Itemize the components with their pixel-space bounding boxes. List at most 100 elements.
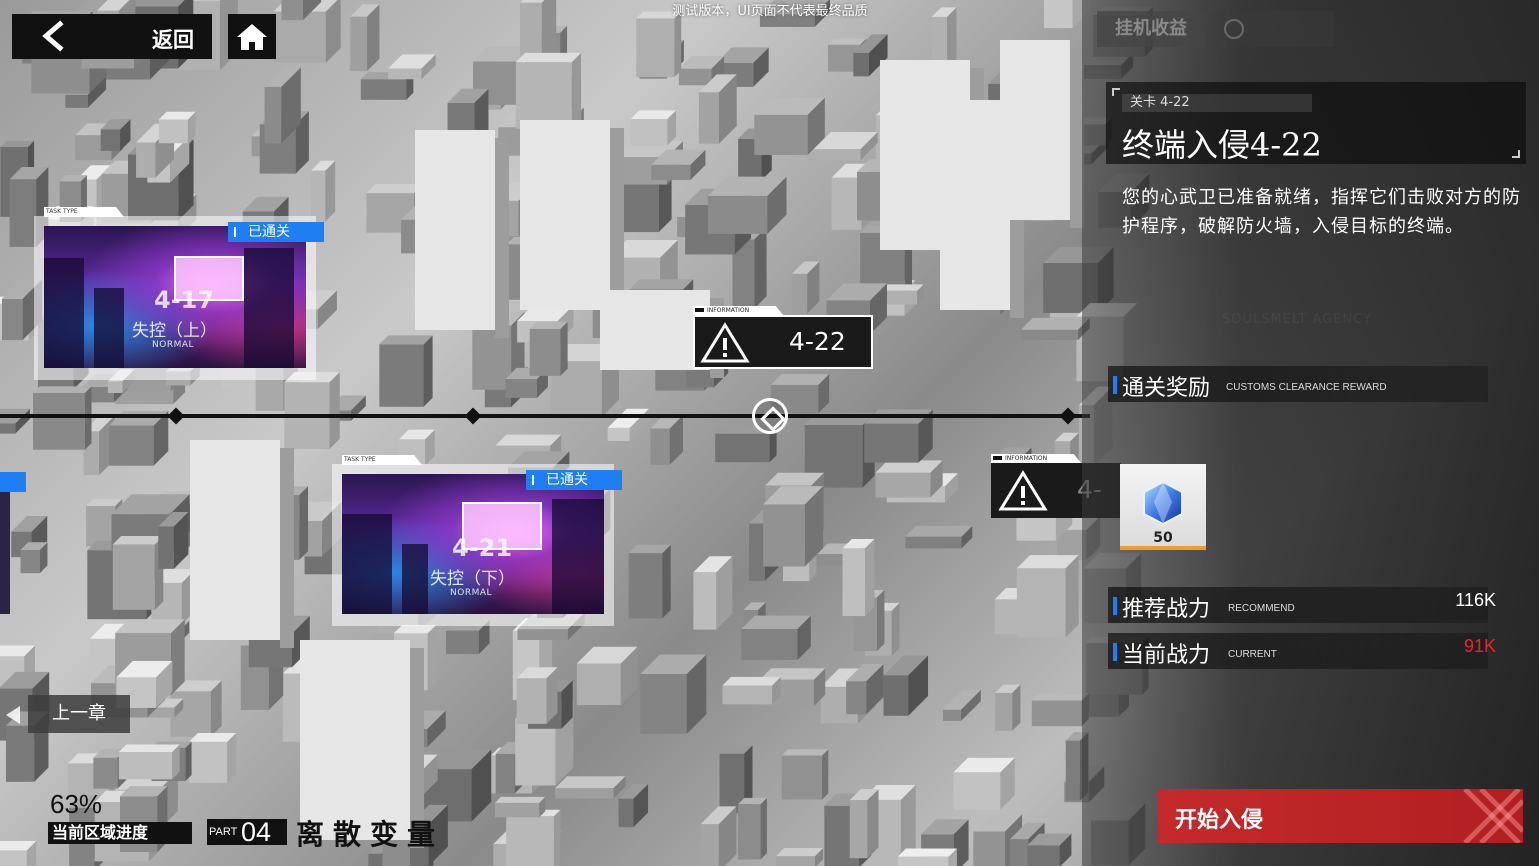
previous-chapter-button[interactable]: 上一章: [28, 695, 130, 733]
clearance-reward-header: 通关奖励 CUSTOMS CLEARANCE REWARD: [1108, 366, 1488, 402]
section-accent-bar: [1113, 597, 1117, 615]
city-block: [109, 410, 169, 466]
stage-code: 4-21: [452, 534, 513, 562]
city-block: [112, 535, 164, 610]
city-block: [628, 544, 671, 619]
city-block: [189, 733, 237, 783]
home-icon: [237, 23, 267, 50]
city-block: [849, 789, 879, 859]
cleared-badge: 已通关: [526, 470, 622, 490]
area-progress-percent: 63%: [50, 789, 103, 819]
reward-item[interactable]: 50: [1120, 464, 1206, 550]
start-invasion-button[interactable]: 开始入侵: [1157, 789, 1523, 843]
city-block: [942, 689, 981, 721]
city-block: [875, 460, 943, 498]
city-block: [995, 684, 1021, 731]
city-block: [905, 525, 973, 549]
city-block: [630, 110, 677, 146]
panel-tab-secondary[interactable]: [1212, 11, 1334, 47]
city-block: [494, 796, 546, 818]
coin-icon: [1224, 19, 1244, 39]
city-block: [515, 52, 582, 129]
city-block: [754, 97, 825, 156]
reward-quantity: 50: [1153, 530, 1173, 546]
corner-bracket: [1512, 150, 1520, 158]
task-type-tab: TASK TYPE: [44, 207, 124, 217]
city-block: [842, 538, 875, 617]
arrow-left-icon: [6, 706, 20, 724]
city-block: [388, 54, 436, 80]
current-power-label: 当前战力: [1122, 643, 1211, 668]
offscreen-cleared-badge: [0, 472, 26, 492]
city-block: [883, 655, 929, 716]
city-tower: [190, 440, 294, 648]
cleared-badge: 已通关: [228, 222, 324, 242]
city-block: [741, 615, 811, 660]
stripe-decoration-icon: [1463, 789, 1523, 843]
recommended-power-row: 推荐战力 RECOMMEND 116K: [1108, 587, 1496, 623]
city-block: [158, 111, 196, 144]
city-block: [576, 646, 638, 706]
home-button[interactable]: [228, 14, 276, 59]
stage-title: 终端入侵4-22: [1122, 126, 1322, 164]
test-version-watermark: 测试版本，UI页面不代表最终品质: [672, 4, 868, 19]
city-block: [897, 848, 957, 866]
city-block: [350, 4, 380, 72]
back-button[interactable]: 返回: [12, 14, 212, 59]
recommended-power-sublabel: RECOMMEND: [1228, 603, 1295, 614]
stage-card-4-21[interactable]: TASK TYPE 4-21 失控（下） NORMAL 已通关: [332, 455, 622, 626]
city-block: [0, 841, 37, 866]
current-power-value: 91K: [1463, 636, 1496, 656]
stage-marker-4-22[interactable]: INFORMATION 4-22: [693, 306, 873, 369]
city-block: [707, 176, 787, 234]
city-block: [0, 408, 30, 434]
city-block: [284, 372, 340, 450]
idle-rewards-tab[interactable]: 挂机收益: [1097, 11, 1205, 47]
start-invasion-label: 开始入侵: [1175, 808, 1264, 833]
city-block: [738, 797, 767, 860]
city-block: [722, 676, 781, 705]
current-power-row: 当前战力 CURRENT 91K: [1108, 633, 1496, 669]
city-block: [529, 321, 568, 376]
city-block: [953, 757, 1015, 810]
city-tower: [415, 130, 509, 338]
part-badge: PART 04: [207, 817, 287, 847]
current-power-sublabel: CURRENT: [1228, 649, 1277, 660]
blue-crystal-icon: [1143, 480, 1183, 526]
city-block: [776, 848, 824, 866]
marker-header: INFORMATION: [693, 306, 783, 315]
city-block: [379, 335, 433, 407]
marker-header: INFORMATION: [991, 454, 1081, 463]
stage-name: 失控（下）: [430, 569, 515, 589]
city-block: [1016, 555, 1079, 638]
stage-name: 失控（上）: [132, 321, 217, 341]
recommended-power-label: 推荐战力: [1122, 597, 1211, 622]
agency-watermark: SOULSMELT AGENCY: [1222, 312, 1372, 327]
city-block: [781, 749, 829, 800]
city-block: [118, 744, 180, 780]
part-number: 04: [241, 817, 272, 847]
section-accent-bar: [1113, 376, 1117, 394]
back-button-label: 返回: [152, 28, 194, 52]
offscreen-stage-card[interactable]: [0, 492, 10, 614]
stage-card-4-17[interactable]: TASK TYPE 4-17 失控（上） NORMAL 已通关: [34, 207, 324, 380]
city-block: [640, 654, 707, 734]
section-title: 通关奖励: [1122, 376, 1211, 401]
corner-bracket: [1112, 88, 1120, 96]
stage-title-box: 关卡 4-22 终端入侵4-22: [1106, 82, 1526, 164]
chapter-name: 离散变量: [296, 818, 445, 851]
marker-code: 4-22: [789, 327, 846, 356]
city-block: [1031, 693, 1089, 727]
city-block: [618, 784, 649, 828]
section-subtitle: CUSTOMS CLEARANCE REWARD: [1226, 382, 1387, 393]
city-block: [33, 386, 92, 450]
city-block: [636, 11, 682, 78]
city-block: [555, 776, 626, 799]
city-block: [693, 556, 733, 630]
recommended-power-value: 116K: [1455, 590, 1496, 610]
stage-difficulty: NORMAL: [450, 588, 493, 598]
city-block: [650, 415, 684, 465]
section-accent-bar: [1113, 643, 1117, 661]
city-tower: [520, 120, 624, 318]
timeline-current-node[interactable]: [752, 398, 788, 434]
